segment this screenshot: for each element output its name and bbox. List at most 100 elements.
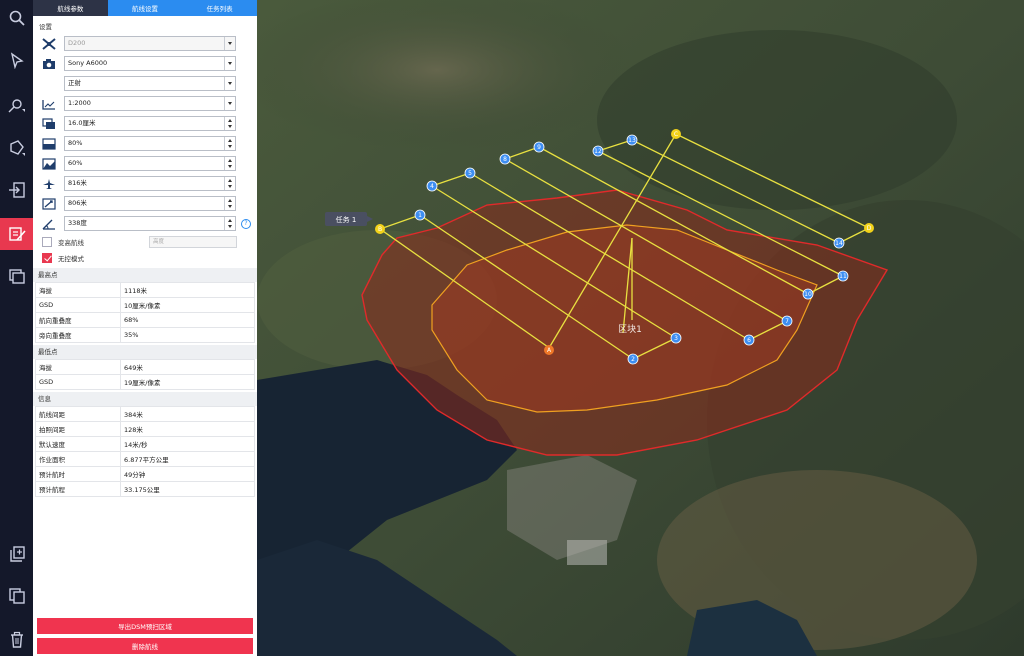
tab-route-params[interactable]: 航线参数: [33, 0, 108, 16]
table-value: 384米: [120, 406, 255, 422]
waypoint-label: 6: [747, 337, 751, 344]
relative-height-input[interactable]: 806米: [64, 196, 236, 211]
copy-button[interactable]: [0, 580, 33, 612]
stepper-icon[interactable]: [224, 117, 235, 130]
panel-tabs: 航线参数 航线设置 任务列表: [33, 0, 257, 16]
relative-height-icon: [42, 198, 56, 210]
waypoint-2[interactable]: 2: [627, 353, 639, 365]
stepper-icon[interactable]: [224, 137, 235, 150]
table-row: GSD 19厘米/像素: [35, 374, 255, 390]
drone-select[interactable]: D200: [64, 36, 236, 51]
point-tool-button[interactable]: [0, 88, 33, 120]
orthophoto-checkbox[interactable]: [42, 253, 52, 263]
waypoint-3[interactable]: 3: [670, 332, 682, 344]
satellite-map[interactable]: B C D A 1 2 3 4 5 6 7 8 9 10 11 12 13 14: [257, 0, 1024, 656]
tab-task-list[interactable]: 任务列表: [182, 0, 257, 16]
camera-select[interactable]: Sony A6000: [64, 56, 236, 71]
waypoint-10[interactable]: 10: [802, 288, 814, 300]
table-key: GSD: [35, 297, 121, 313]
highest-point-table: 海拔 1118米 GSD 10厘米/像素 航向重叠度 68% 旁向重叠度 35%: [35, 282, 255, 343]
waypoint-7[interactable]: 7: [781, 315, 793, 327]
varied-route-height-field: 高度: [149, 236, 237, 248]
table-row: 作业面积 6.877平方公里: [35, 451, 255, 467]
waypoint-13[interactable]: 13: [626, 134, 638, 146]
gsd-input[interactable]: 16.0厘米: [64, 116, 236, 131]
gsd-row: 16.0厘米: [33, 114, 257, 134]
delete-route-button[interactable]: 删除航线: [37, 638, 253, 654]
search-tool-button[interactable]: [0, 2, 33, 34]
new-task-button[interactable]: [0, 538, 33, 570]
waypoint-11[interactable]: 11: [837, 270, 849, 282]
drone-row: D200: [33, 34, 257, 54]
chevron-down-icon: [224, 37, 235, 50]
altitude-input[interactable]: 816米: [64, 176, 236, 191]
waypoint-d[interactable]: D: [864, 223, 874, 233]
help-icon[interactable]: ?: [241, 219, 251, 229]
highest-point-header: 最高点: [33, 268, 257, 282]
waypoint-6[interactable]: 6: [743, 334, 755, 346]
gsd-icon: [42, 118, 55, 129]
waypoint-label: 12: [594, 148, 602, 155]
drone-select-value: D200: [68, 39, 86, 47]
table-row: 默认速度 14米/秒: [35, 436, 255, 452]
task-label[interactable]: 任务 1: [325, 212, 373, 226]
drone-icon: [42, 38, 56, 50]
stepper-icon[interactable]: [224, 197, 235, 210]
table-key: 预计航程: [35, 481, 121, 497]
scale-select-value: 1:2000: [68, 99, 91, 107]
forward-overlap-input[interactable]: 80%: [64, 136, 236, 151]
import-button[interactable]: [0, 174, 33, 206]
route-edit-button[interactable]: [0, 218, 33, 250]
polygon-tool-button[interactable]: [0, 132, 33, 164]
waypoint-b[interactable]: B: [375, 224, 385, 234]
waypoint-5[interactable]: 5: [464, 167, 476, 179]
table-row: 预计航时 49分钟: [35, 466, 255, 482]
table-value: 6.877平方公里: [120, 451, 255, 467]
mode-select-value: 正射: [68, 79, 81, 87]
search-icon: [9, 10, 25, 26]
waypoint-4[interactable]: 4: [426, 180, 438, 192]
scale-row: 1:2000: [33, 94, 257, 114]
waypoint-label: 1: [418, 212, 422, 219]
waypoint-c[interactable]: C: [671, 129, 681, 139]
altitude-icon: [43, 179, 55, 189]
stepper-icon[interactable]: [224, 217, 235, 230]
mode-select[interactable]: 正射: [64, 76, 236, 91]
app-window: 航线参数 航线设置 任务列表 设置 D200 Sony A6000 正射 1:2…: [0, 0, 1024, 656]
waypoint-label: D: [867, 225, 872, 232]
heading-value: 338度: [68, 219, 87, 227]
waypoint-12[interactable]: 12: [592, 145, 604, 157]
scale-select[interactable]: 1:2000: [64, 96, 236, 111]
table-value: 14米/秒: [120, 436, 255, 452]
stepper-icon[interactable]: [224, 157, 235, 170]
chevron-down-icon: [224, 97, 235, 110]
stepper-icon[interactable]: [224, 177, 235, 190]
map-canvas: B C D A 1 2 3 4 5 6 7 8 9 10 11 12 13 14: [257, 0, 1024, 656]
varied-route-checkbox[interactable]: [42, 237, 52, 247]
table-key: 海拔: [35, 282, 121, 298]
gsd-input-value: 16.0厘米: [68, 119, 96, 127]
waypoint-label: 8: [503, 156, 507, 163]
waypoint-label: 9: [537, 144, 541, 151]
table-key: 航线间距: [35, 406, 121, 422]
waypoint-1[interactable]: 1: [414, 209, 426, 221]
select-tool-button[interactable]: [0, 44, 33, 76]
waypoint-8[interactable]: 8: [499, 153, 511, 165]
table-row: GSD 10厘米/像素: [35, 297, 255, 313]
info-header: 信息: [33, 392, 257, 406]
waypoint-9[interactable]: 9: [533, 141, 545, 153]
chevron-down-icon: [224, 57, 235, 70]
heading-input[interactable]: 338度: [64, 216, 236, 231]
tab-route-settings[interactable]: 航线设置: [108, 0, 183, 16]
table-key: 作业面积: [35, 451, 121, 467]
layers-button[interactable]: [0, 260, 33, 292]
export-dsm-button[interactable]: 导出DSM预扫区域: [37, 618, 253, 634]
delete-button[interactable]: [0, 624, 33, 656]
table-row: 拍照间距 128米: [35, 421, 255, 437]
waypoint-14[interactable]: 14: [833, 237, 845, 249]
table-key: 默认速度: [35, 436, 121, 452]
table-row: 航向重叠度 68%: [35, 312, 255, 328]
varied-route-label: 变高航线: [58, 239, 84, 247]
waypoint-a[interactable]: A: [544, 345, 554, 355]
side-overlap-input[interactable]: 60%: [64, 156, 236, 171]
